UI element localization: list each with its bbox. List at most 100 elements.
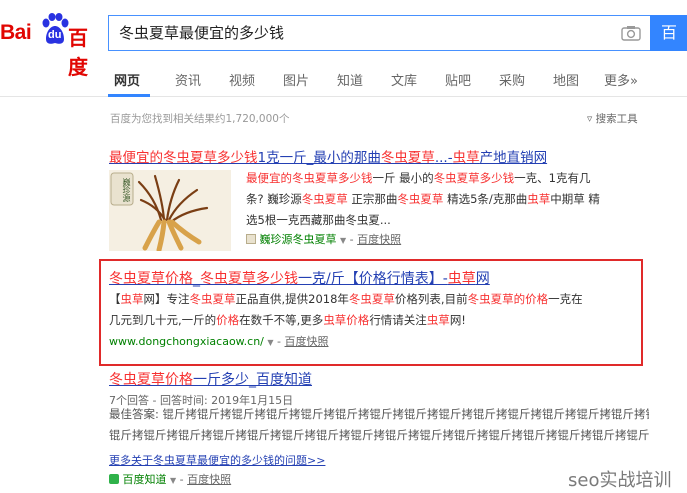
result-count: 百度为您找到相关结果约1,720,000个: [110, 113, 290, 125]
abs-line: 最佳答案: 锟斤拷锟斤拷锟斤拷锟斤拷锟斤拷锟斤拷锟斤拷锟斤拷锟斤拷锟斤拷锟斤拷锟…: [109, 407, 649, 421]
zhidao-favicon: [109, 474, 119, 484]
abs-part: 冬虫夏草多少钱: [433, 171, 515, 185]
abs-part: 选5根一克西藏那曲冬虫夏...: [246, 213, 391, 227]
abs-part: 中期草 精: [550, 192, 600, 206]
title-part: 冬虫夏草: [380, 150, 435, 166]
result-2-abstract: 【虫草网】专注冬虫夏草正品直供,提供2018年冬虫夏草价格列表,目前冬虫夏草的价…: [109, 289, 644, 331]
header: Bai du 百度 冬虫夏草最便宜的多少钱 百: [0, 0, 687, 79]
abs-part: 虫草: [527, 192, 551, 206]
title-part: 一克/斤【价格行情表】-: [298, 271, 448, 287]
title-part: _百度知道: [249, 372, 312, 388]
cache-link[interactable]: 百度快照: [187, 473, 231, 486]
result-title-link[interactable]: 冬虫夏草价格一斤多少_百度知道: [109, 372, 312, 388]
dropdown-arrow-icon[interactable]: ▼: [340, 236, 346, 245]
tab-map[interactable]: 地图: [553, 70, 579, 89]
search-button[interactable]: 百: [650, 15, 687, 51]
separator: -: [349, 233, 354, 246]
abs-line: 锟斤拷锟斤拷锟斤拷锟斤拷锟斤拷锟斤拷锟斤拷锟斤拷锟斤拷锟斤拷锟斤拷锟斤拷锟斤拷锟…: [109, 428, 649, 442]
result-1-source: 巍珍源冬虫夏草 ▼ - 百度快照: [246, 231, 401, 247]
abs-part: 正品直供,提供2018年: [235, 292, 349, 306]
result-3-source: 百度知道 ▼ - 百度快照: [109, 471, 231, 487]
abs-part: 价格列表,目前: [394, 292, 468, 306]
tab-web[interactable]: 网页: [114, 70, 140, 89]
abs-part: 虫草: [426, 313, 450, 327]
abs-part: 精选5条/克那曲: [443, 192, 528, 206]
title-part: 冬虫夏草: [163, 150, 217, 166]
tab-zhidao[interactable]: 知道: [337, 70, 363, 89]
site-name[interactable]: 百度知道: [123, 473, 167, 486]
title-part: 网: [475, 271, 490, 287]
result-2-title[interactable]: 冬虫夏草价格_冬虫夏草多少钱一克/斤【价格行情表】-虫草网: [109, 268, 490, 288]
abs-part: 条? 巍珍源: [246, 192, 302, 206]
abs-part: 网!: [449, 313, 466, 327]
tab-more[interactable]: 更多»: [604, 70, 638, 89]
active-tab-indicator: [108, 94, 150, 97]
abs-part: 网】专注: [143, 292, 190, 306]
filter-icon: ▿: [587, 113, 593, 125]
result-1-thumbnail[interactable]: 巍珍源: [109, 170, 231, 251]
watermark: seo实战培训: [568, 470, 672, 491]
abs-part: 行情请关注: [369, 313, 427, 327]
tab-news[interactable]: 资讯: [175, 70, 201, 89]
tab-wenku[interactable]: 文库: [391, 70, 417, 89]
title-part: 冬虫夏草多少钱: [200, 271, 298, 287]
result-1-abstract: 最便宜的冬虫夏草多少钱一斤 最小的冬虫夏草多少钱一克、1克有几 条? 巍珍源冬虫…: [246, 168, 666, 231]
camera-icon[interactable]: [621, 25, 641, 41]
tab-images[interactable]: 图片: [283, 70, 309, 89]
logo-text-du: du: [48, 29, 62, 41]
search-tools-label: 搜索工具: [595, 113, 638, 125]
search-input[interactable]: 冬虫夏草最便宜的多少钱: [119, 16, 284, 50]
abs-part: 冬虫夏草的价格: [467, 292, 549, 306]
abs-part: 一克在: [548, 292, 583, 306]
abs-part: 价格: [216, 313, 240, 327]
tab-tieba[interactable]: 贴吧: [445, 70, 471, 89]
abs-part: 冬虫夏草: [348, 292, 395, 306]
abs-part: 虫草价格: [323, 313, 370, 327]
title-part: 最便宜的: [109, 150, 163, 166]
more-questions-link[interactable]: 更多关于冬虫夏草最便宜的多少钱的问题>>: [109, 452, 325, 468]
dropdown-arrow-icon[interactable]: ▼: [170, 476, 176, 485]
result-url[interactable]: www.dongchongxiacaow.cn/: [109, 335, 264, 348]
title-part: 冬虫夏草价格: [109, 372, 193, 388]
title-part: 虫草: [452, 150, 480, 166]
baidu-logo[interactable]: Bai du 百度: [0, 13, 104, 79]
separator: -: [179, 473, 184, 486]
title-part: 冬虫夏草价格: [109, 271, 193, 287]
separator: -: [277, 335, 282, 348]
abs-part: 一克、1克有几: [514, 171, 591, 185]
result-1-title[interactable]: 最便宜的冬虫夏草多少钱1克一斤_最小的那曲冬虫夏草...-虫草产地直销网: [109, 146, 547, 166]
dropdown-arrow-icon[interactable]: ▼: [267, 338, 273, 347]
tab-caigou[interactable]: 采购: [499, 70, 525, 89]
title-part: 多少钱: [217, 150, 258, 166]
abs-part: 在数千不等,更多: [239, 313, 324, 327]
abs-part: 冬虫夏草多少钱: [292, 171, 373, 185]
cache-link[interactable]: 百度快照: [357, 233, 401, 246]
abs-part: 正宗那曲: [347, 192, 398, 206]
abs-part: 冬虫夏草: [189, 292, 236, 306]
search-tools[interactable]: ▿ 搜索工具: [587, 111, 638, 126]
abs-part: 冬虫夏草: [301, 192, 348, 206]
title-part: ...-: [434, 150, 453, 166]
title-part: _: [193, 271, 200, 287]
abs-part: 几元到几十元,一斤的: [109, 313, 217, 327]
abs-part: 冬虫夏草: [397, 192, 444, 206]
thumb-brand-label: 巍珍源: [122, 178, 131, 202]
title-part: 产地直销网: [479, 150, 548, 166]
title-part: 一斤多少: [193, 372, 249, 388]
title-part: 虫草: [447, 271, 476, 287]
cache-link[interactable]: 百度快照: [285, 335, 329, 348]
search-tabs: 网页 资讯 视频 图片 知道 文库 贴吧 采购 地图 更多»: [0, 62, 687, 97]
result-3-abstract: 最佳答案: 锟斤拷锟斤拷锟斤拷锟斤拷锟斤拷锟斤拷锟斤拷锟斤拷锟斤拷锟斤拷锟斤拷锟…: [109, 404, 649, 446]
search-box[interactable]: 冬虫夏草最便宜的多少钱: [108, 15, 650, 51]
result-title-link[interactable]: 冬虫夏草价格_冬虫夏草多少钱一克/斤【价格行情表】-虫草网: [109, 271, 490, 287]
site-favicon: [246, 234, 256, 244]
abs-part: 最便宜的: [246, 171, 292, 185]
result-title-link[interactable]: 最便宜的冬虫夏草多少钱1克一斤_最小的那曲冬虫夏草...-虫草产地直销网: [109, 150, 547, 166]
abs-part: 虫草: [120, 292, 144, 306]
site-name[interactable]: 巍珍源冬虫夏草: [260, 233, 337, 246]
result-3-title[interactable]: 冬虫夏草价格一斤多少_百度知道: [109, 369, 312, 389]
title-part: 1克一斤_最小的那曲: [257, 150, 381, 166]
result-2-source: www.dongchongxiacaow.cn/ ▼ - 百度快照: [109, 333, 329, 349]
abs-part: 【: [109, 292, 121, 306]
tab-video[interactable]: 视频: [229, 70, 255, 89]
